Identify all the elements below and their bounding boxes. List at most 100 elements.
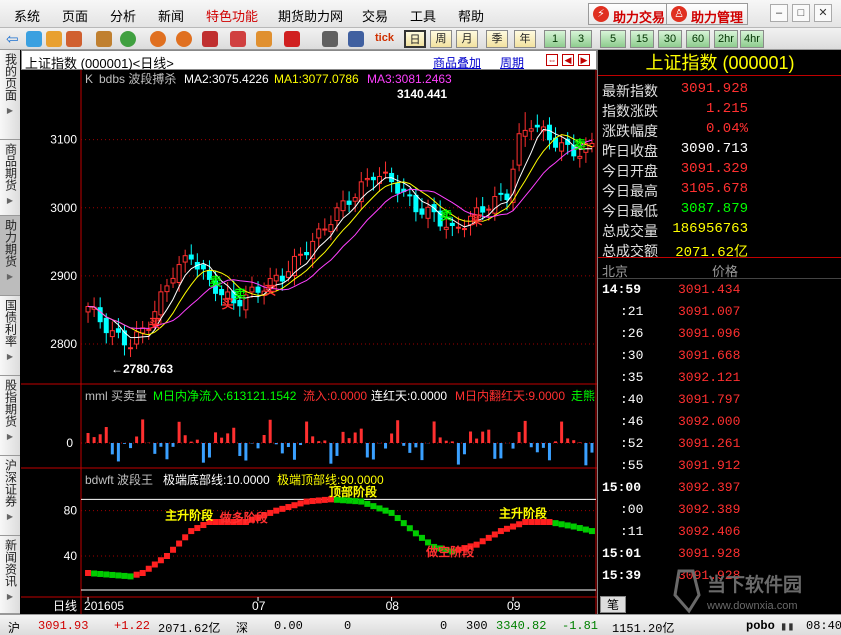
mml-bar bbox=[414, 443, 418, 448]
candle-body bbox=[480, 206, 486, 213]
side-tab-6[interactable]: 新闻资讯 ▶ bbox=[0, 536, 20, 614]
folder-icon[interactable] bbox=[46, 31, 62, 47]
side-tab-3[interactable]: 国债利率 ▶ bbox=[0, 296, 20, 376]
low-arrow-icon: ← bbox=[111, 362, 123, 376]
bdwft-point bbox=[188, 528, 195, 535]
close-button[interactable]: ✕ bbox=[814, 4, 832, 22]
side-tab-0[interactable]: 我的页面 ▶ bbox=[0, 50, 20, 140]
period-link[interactable]: 周期 bbox=[500, 54, 524, 71]
tick-button[interactable]: tick bbox=[375, 32, 394, 44]
menu-help[interactable]: 帮助 bbox=[458, 6, 484, 25]
calendar-icon[interactable] bbox=[96, 31, 112, 47]
bdwft-point bbox=[267, 509, 274, 516]
period-button-4[interactable]: 年 bbox=[514, 30, 536, 48]
status-brand: pobo bbox=[746, 619, 775, 633]
list-icon[interactable] bbox=[322, 31, 338, 47]
side-tab-label: 我的页面 bbox=[3, 53, 18, 101]
period-button-3[interactable]: 季 bbox=[486, 30, 508, 48]
status-300-amount: 1151.20亿 bbox=[612, 622, 675, 635]
menu-page[interactable]: 页面 bbox=[62, 6, 88, 25]
zoom-out-icon[interactable] bbox=[176, 31, 192, 47]
mml-bar bbox=[469, 431, 473, 443]
menu-system[interactable]: 系统 bbox=[14, 6, 40, 25]
mml-bar bbox=[432, 421, 436, 443]
period-button-5[interactable]: 1 bbox=[544, 30, 566, 48]
menu-analysis[interactable]: 分析 bbox=[110, 6, 136, 25]
zoom-in-icon[interactable] bbox=[150, 31, 166, 47]
right-arrow-icon[interactable]: ▶ bbox=[578, 54, 590, 66]
period-button-12[interactable]: 4hr bbox=[740, 30, 764, 48]
menu-special[interactable]: 特色功能 bbox=[206, 6, 258, 25]
price-axis-label: 2900 bbox=[50, 269, 77, 283]
bdwft-point bbox=[97, 570, 104, 577]
phase-label: 做空阶段 bbox=[425, 544, 475, 559]
side-tab-5[interactable]: 沪深证券 ▶ bbox=[0, 456, 20, 536]
side-tab-label: 沪深证券 bbox=[3, 459, 18, 507]
pen-icon[interactable] bbox=[230, 31, 246, 47]
mml-bar bbox=[529, 443, 533, 448]
period-button-9[interactable]: 30 bbox=[658, 30, 682, 48]
overlay-link[interactable]: 商品叠加 bbox=[433, 54, 481, 71]
mml-bar bbox=[475, 438, 479, 443]
home-icon[interactable] bbox=[26, 31, 42, 47]
manage-button[interactable]: ♙ 助力管理 bbox=[666, 3, 749, 25]
chart-icon[interactable] bbox=[66, 31, 82, 47]
candle-body bbox=[419, 208, 425, 215]
quote-key: 指数涨跌 bbox=[602, 103, 658, 119]
period-button-6[interactable]: 3 bbox=[570, 30, 592, 48]
minimize-button[interactable]: – bbox=[770, 4, 788, 22]
period-button-11[interactable]: 2hr bbox=[714, 30, 738, 48]
side-tab-label: 助力期货 bbox=[3, 219, 18, 267]
mml-bar bbox=[323, 440, 327, 443]
app-window: 系统 页面 分析 新闻 特色功能 期货助力网 交易 工具 帮助 ⚡ 助力交易 ♙… bbox=[0, 0, 841, 635]
side-tab-label: 商品期货 bbox=[3, 143, 18, 191]
period-button-1[interactable]: 周 bbox=[430, 30, 452, 48]
trade-button[interactable]: ⚡ 助力交易 bbox=[588, 3, 671, 25]
filter-icon[interactable] bbox=[284, 31, 300, 47]
kline-chart[interactable]: K bdbs 波段搏杀 MA2:3075.4226 MA1:3077.0786 … bbox=[21, 70, 597, 614]
bdwft-point bbox=[151, 561, 158, 568]
mml-bar bbox=[359, 428, 363, 443]
bdwft-point bbox=[109, 571, 116, 578]
buy-signal: 买 bbox=[222, 297, 234, 311]
tick-row: :46 3092.000 bbox=[598, 411, 841, 433]
side-tab-2[interactable]: 助力期货 ▶ bbox=[0, 216, 20, 296]
refresh-icon[interactable] bbox=[120, 31, 136, 47]
quote-value: 3091.928 bbox=[680, 81, 748, 97]
menu-futures-net[interactable]: 期货助力网 bbox=[278, 6, 343, 25]
bell-icon[interactable] bbox=[256, 31, 272, 47]
back-arrow-icon[interactable]: ⇦ bbox=[6, 30, 19, 48]
mml-bar bbox=[560, 421, 564, 443]
side-tab-4[interactable]: 股指期货 ▶ bbox=[0, 376, 20, 456]
tick-price: 3092.121 bbox=[678, 370, 741, 385]
mml-bar bbox=[541, 443, 545, 448]
bdwft-point bbox=[163, 553, 170, 559]
side-tab-1[interactable]: 商品期货 ▶ bbox=[0, 140, 20, 216]
quote-value: 3087.879 bbox=[680, 201, 748, 217]
expand-icon[interactable]: ⇔ bbox=[546, 54, 558, 66]
grid-icon[interactable] bbox=[348, 31, 364, 47]
bdwft-point bbox=[400, 520, 407, 527]
period-button-2[interactable]: 月 bbox=[456, 30, 478, 48]
period-button-10[interactable]: 60 bbox=[686, 30, 710, 48]
menu-trade[interactable]: 交易 bbox=[362, 6, 388, 25]
candle-body bbox=[200, 264, 206, 270]
menu-tools[interactable]: 工具 bbox=[410, 6, 436, 25]
mml-bar bbox=[329, 443, 333, 464]
period-button-8[interactable]: 15 bbox=[630, 30, 654, 48]
period-button-7[interactable]: 5 bbox=[600, 30, 626, 48]
bdwft-point bbox=[479, 538, 486, 545]
tick-price: 3091.928 bbox=[678, 546, 741, 561]
tick-time: :40 bbox=[620, 392, 644, 407]
tab-ticks[interactable]: 笔 bbox=[600, 596, 626, 613]
left-arrow-icon[interactable]: ◀ bbox=[562, 54, 574, 66]
mml-bar bbox=[292, 443, 296, 460]
tick-price: 3092.406 bbox=[678, 524, 741, 539]
window-icon[interactable] bbox=[202, 31, 218, 47]
bdwft-point bbox=[85, 570, 92, 576]
menu-news[interactable]: 新闻 bbox=[158, 6, 184, 25]
bdwft-point bbox=[364, 500, 371, 507]
mml-bar bbox=[274, 443, 278, 445]
maximize-button[interactable]: □ bbox=[792, 4, 810, 22]
period-button-0[interactable]: 日 bbox=[404, 30, 426, 48]
